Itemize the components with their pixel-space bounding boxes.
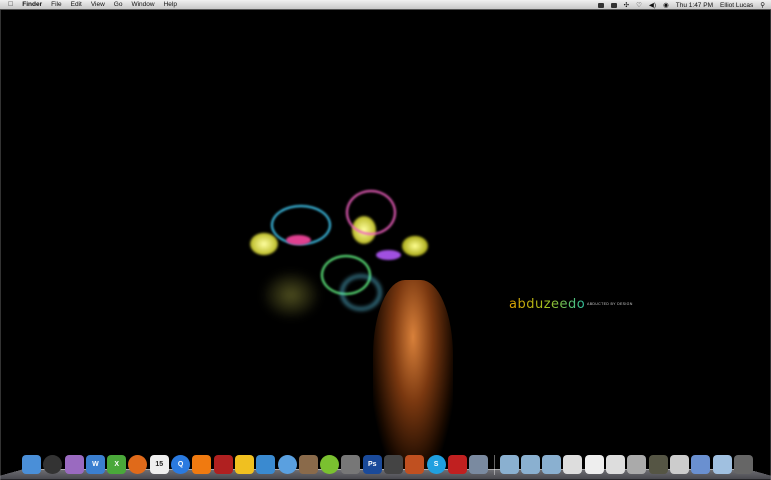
- file-2-icon[interactable]: [584, 455, 604, 474]
- word-icon[interactable]: W: [85, 455, 105, 474]
- menu-edit[interactable]: Edit: [71, 1, 82, 8]
- menu-go[interactable]: Go: [114, 1, 123, 8]
- photoshop-label: Ps: [367, 461, 377, 468]
- wallpaper-logo: abduzeedo: [509, 297, 586, 312]
- volume-icon[interactable]: ◀): [649, 1, 656, 9]
- wallpaper-hand: [373, 280, 453, 470]
- growl-icon[interactable]: [597, 2, 604, 8]
- iphoto-icon[interactable]: [298, 455, 318, 474]
- menu-finder[interactable]: Finder: [22, 1, 42, 8]
- applications-folder-icon[interactable]: [520, 455, 540, 474]
- file-4-icon[interactable]: [627, 455, 647, 474]
- trash-icon[interactable]: [733, 455, 753, 474]
- display-icon[interactable]: [610, 2, 617, 8]
- input-icon[interactable]: ◉: [663, 1, 669, 9]
- wifi-icon[interactable]: ♡: [636, 1, 642, 9]
- user-name[interactable]: Elliot Lucas: [720, 2, 753, 9]
- system-preferences-icon[interactable]: [341, 455, 361, 474]
- word-label: W: [92, 461, 99, 468]
- menu-bar:  Finder File Edit View Go Window Help ✣…: [0, 0, 771, 10]
- excel-label: X: [114, 461, 120, 468]
- clock[interactable]: Thu 1:47 PM: [676, 2, 713, 9]
- ical-label: 15: [155, 461, 164, 468]
- dock-separator: [493, 455, 495, 475]
- menu-window[interactable]: Window: [131, 1, 154, 8]
- desktop: abduzeedo ABDUCTED BY DESIGN: [0, 10, 771, 480]
- dashboard-icon[interactable]: [43, 455, 63, 474]
- file-7-icon[interactable]: [691, 455, 711, 474]
- final-cut-icon[interactable]: [384, 455, 404, 474]
- folder-icon[interactable]: [499, 455, 519, 474]
- spotlight-icon[interactable]: ⚲: [760, 1, 765, 9]
- photoshop-icon[interactable]: Ps: [362, 455, 382, 474]
- excel-icon[interactable]: X: [107, 455, 127, 474]
- preview-icon[interactable]: [469, 455, 489, 474]
- parallels-icon[interactable]: [447, 455, 467, 474]
- mail-icon[interactable]: [64, 455, 84, 474]
- menu-file[interactable]: File: [51, 1, 61, 8]
- file-6-icon[interactable]: [669, 455, 689, 474]
- itunes-icon[interactable]: [277, 455, 297, 474]
- file-3-icon[interactable]: [606, 455, 626, 474]
- file-5-icon[interactable]: [648, 455, 668, 474]
- skype-icon[interactable]: S: [426, 455, 446, 474]
- vlc-icon[interactable]: [192, 455, 212, 474]
- photo-booth-icon[interactable]: [213, 455, 233, 474]
- green-app-icon[interactable]: [320, 455, 340, 474]
- quicktime-label: Q: [177, 461, 184, 468]
- menu-view[interactable]: View: [91, 1, 105, 8]
- file-1-icon[interactable]: [563, 455, 583, 474]
- dock: W X 15 Q Ps S: [14, 452, 759, 480]
- finder-icon[interactable]: [22, 455, 41, 474]
- quicktime-icon[interactable]: Q: [171, 455, 191, 474]
- downloads-folder-icon[interactable]: [712, 455, 732, 474]
- firefox-icon[interactable]: [128, 455, 148, 474]
- menu-help[interactable]: Help: [164, 1, 177, 8]
- adium-icon[interactable]: [234, 455, 254, 474]
- skype-label: S: [433, 461, 439, 468]
- keynote-icon[interactable]: [405, 455, 425, 474]
- documents-folder-icon[interactable]: [542, 455, 562, 474]
- wallpaper-tagline: ABDUCTED BY DESIGN: [587, 302, 633, 306]
- apple-icon[interactable]: : [8, 1, 13, 8]
- ical-icon[interactable]: 15: [149, 455, 169, 474]
- twitter-icon[interactable]: [256, 455, 276, 474]
- bluetooth-icon[interactable]: ✣: [624, 1, 629, 9]
